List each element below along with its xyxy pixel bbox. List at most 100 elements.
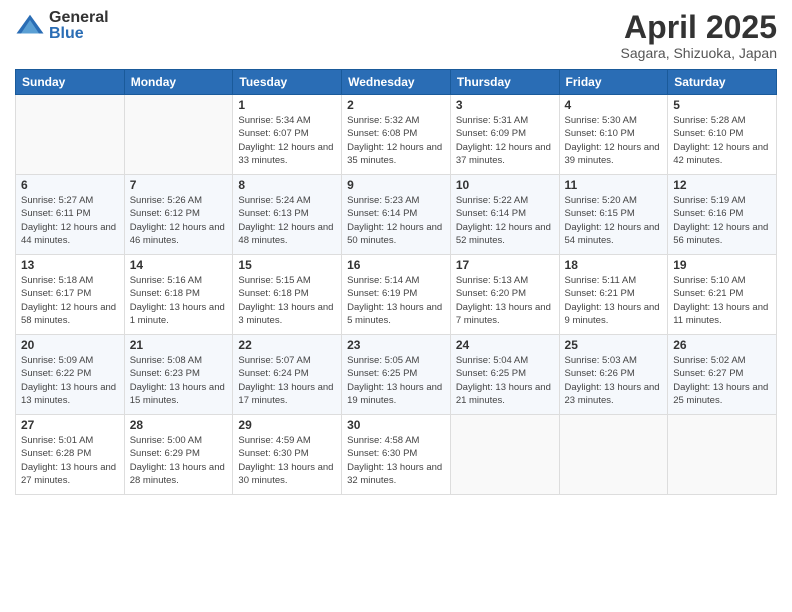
calendar-cell: 30 Sunrise: 4:58 AM Sunset: 6:30 PM Dayli… [342,415,451,495]
day-number: 2 [347,98,445,112]
calendar-cell: 2Sunrise: 5:32 AM Sunset: 6:08 PM Daylig… [342,95,451,175]
calendar-cell [450,415,559,495]
day-info: Sunrise: 5:16 AM Sunset: 6:18 PM Dayligh… [130,274,228,327]
day-info: Sunrise: 5:00 AM Sunset: 6:29 PM Dayligh… [130,434,228,487]
logo-icon [15,11,45,41]
day-info: Sunrise: 5:07 AM Sunset: 6:24 PM Dayligh… [238,354,336,407]
calendar-cell: 15Sunrise: 5:15 AM Sunset: 6:18 PM Dayli… [233,255,342,335]
page: General Blue April 2025 Sagara, Shizuoka… [0,0,792,612]
col-thursday: Thursday [450,70,559,95]
day-info: Sunrise: 5:31 AM Sunset: 6:09 PM Dayligh… [456,114,554,167]
day-info: Sunrise: 5:11 AM Sunset: 6:21 PM Dayligh… [565,274,663,327]
day-number: 7 [130,178,228,192]
day-number: 25 [565,338,663,352]
day-info: Sunrise: 5:20 AM Sunset: 6:15 PM Dayligh… [565,194,663,247]
day-info: Sunrise: 4:58 AM Sunset: 6:30 PM Dayligh… [347,434,445,487]
day-number: 8 [238,178,336,192]
day-info: Sunrise: 5:28 AM Sunset: 6:10 PM Dayligh… [673,114,771,167]
subtitle: Sagara, Shizuoka, Japan [621,45,777,61]
calendar-cell [16,95,125,175]
calendar-cell: 21 Sunrise: 5:08 AM Sunset: 6:23 PM Dayli… [124,335,233,415]
calendar-cell: 18 Sunrise: 5:11 AM Sunset: 6:21 PM Dayli… [559,255,668,335]
calendar-cell: 28 Sunrise: 5:00 AM Sunset: 6:29 PM Dayli… [124,415,233,495]
day-info: Sunrise: 5:27 AM Sunset: 6:11 PM Dayligh… [21,194,119,247]
calendar-cell: 1 Sunrise: 5:34 AM Sunset: 6:07 PM Daylig… [233,95,342,175]
col-friday: Friday [559,70,668,95]
calendar-cell: 8 Sunrise: 5:24 AM Sunset: 6:13 PM Daylig… [233,175,342,255]
calendar-cell: 10Sunrise: 5:22 AM Sunset: 6:14 PM Dayli… [450,175,559,255]
day-number: 20 [21,338,119,352]
calendar-cell: 19 Sunrise: 5:10 AM Sunset: 6:21 PM Dayli… [668,255,777,335]
calendar-cell: 3Sunrise: 5:31 AM Sunset: 6:09 PM Daylig… [450,95,559,175]
col-wednesday: Wednesday [342,70,451,95]
title-area: April 2025 Sagara, Shizuoka, Japan [621,10,777,61]
day-info: Sunrise: 5:02 AM Sunset: 6:27 PM Dayligh… [673,354,771,407]
calendar-cell: 14 Sunrise: 5:16 AM Sunset: 6:18 PM Dayli… [124,255,233,335]
day-number: 16 [347,258,445,272]
calendar-cell: 6 Sunrise: 5:27 AM Sunset: 6:11 PM Daylig… [16,175,125,255]
day-info: Sunrise: 5:30 AM Sunset: 6:10 PM Dayligh… [565,114,663,167]
calendar-row-3: 20Sunrise: 5:09 AM Sunset: 6:22 PM Dayli… [16,335,777,415]
day-info: Sunrise: 5:34 AM Sunset: 6:07 PM Dayligh… [238,114,336,167]
calendar-cell: 23 Sunrise: 5:05 AM Sunset: 6:25 PM Dayli… [342,335,451,415]
day-number: 4 [565,98,663,112]
day-info: Sunrise: 5:03 AM Sunset: 6:26 PM Dayligh… [565,354,663,407]
day-info: Sunrise: 5:24 AM Sunset: 6:13 PM Dayligh… [238,194,336,247]
day-number: 24 [456,338,554,352]
calendar-cell [559,415,668,495]
logo-text: General Blue [49,10,109,42]
day-info: Sunrise: 5:14 AM Sunset: 6:19 PM Dayligh… [347,274,445,327]
day-number: 28 [130,418,228,432]
calendar-cell: 4 Sunrise: 5:30 AM Sunset: 6:10 PM Daylig… [559,95,668,175]
col-saturday: Saturday [668,70,777,95]
day-info: Sunrise: 5:22 AM Sunset: 6:14 PM Dayligh… [456,194,554,247]
logo-general: General [49,10,109,26]
calendar-cell: 24 Sunrise: 5:04 AM Sunset: 6:25 PM Dayli… [450,335,559,415]
day-info: Sunrise: 5:19 AM Sunset: 6:16 PM Dayligh… [673,194,771,247]
calendar-cell: 16 Sunrise: 5:14 AM Sunset: 6:19 PM Dayli… [342,255,451,335]
calendar-cell: 13Sunrise: 5:18 AM Sunset: 6:17 PM Dayli… [16,255,125,335]
day-info: Sunrise: 5:04 AM Sunset: 6:25 PM Dayligh… [456,354,554,407]
calendar-cell [124,95,233,175]
day-number: 17 [456,258,554,272]
calendar-cell: 29Sunrise: 4:59 AM Sunset: 6:30 PM Dayli… [233,415,342,495]
header-row: Sunday Monday Tuesday Wednesday Thursday… [16,70,777,95]
calendar-cell: 5Sunrise: 5:28 AM Sunset: 6:10 PM Daylig… [668,95,777,175]
day-info: Sunrise: 5:23 AM Sunset: 6:14 PM Dayligh… [347,194,445,247]
day-number: 22 [238,338,336,352]
day-info: Sunrise: 5:08 AM Sunset: 6:23 PM Dayligh… [130,354,228,407]
day-number: 27 [21,418,119,432]
calendar-cell: 27 Sunrise: 5:01 AM Sunset: 6:28 PM Dayli… [16,415,125,495]
day-number: 13 [21,258,119,272]
month-title: April 2025 [621,10,777,45]
day-number: 18 [565,258,663,272]
calendar-cell: 20Sunrise: 5:09 AM Sunset: 6:22 PM Dayli… [16,335,125,415]
day-info: Sunrise: 5:05 AM Sunset: 6:25 PM Dayligh… [347,354,445,407]
day-info: Sunrise: 5:01 AM Sunset: 6:28 PM Dayligh… [21,434,119,487]
day-number: 19 [673,258,771,272]
day-number: 30 [347,418,445,432]
day-info: Sunrise: 5:10 AM Sunset: 6:21 PM Dayligh… [673,274,771,327]
logo-blue: Blue [49,26,109,42]
day-number: 26 [673,338,771,352]
day-number: 11 [565,178,663,192]
calendar-row-4: 27 Sunrise: 5:01 AM Sunset: 6:28 PM Dayli… [16,415,777,495]
day-number: 14 [130,258,228,272]
calendar-cell: 12 Sunrise: 5:19 AM Sunset: 6:16 PM Dayli… [668,175,777,255]
logo: General Blue [15,10,109,42]
calendar-row-0: 1 Sunrise: 5:34 AM Sunset: 6:07 PM Daylig… [16,95,777,175]
calendar-cell: 17 Sunrise: 5:13 AM Sunset: 6:20 PM Dayli… [450,255,559,335]
calendar-cell [668,415,777,495]
day-number: 21 [130,338,228,352]
day-number: 12 [673,178,771,192]
day-number: 23 [347,338,445,352]
day-info: Sunrise: 5:13 AM Sunset: 6:20 PM Dayligh… [456,274,554,327]
calendar: Sunday Monday Tuesday Wednesday Thursday… [15,69,777,495]
day-info: Sunrise: 5:15 AM Sunset: 6:18 PM Dayligh… [238,274,336,327]
col-sunday: Sunday [16,70,125,95]
calendar-cell: 26 Sunrise: 5:02 AM Sunset: 6:27 PM Dayli… [668,335,777,415]
day-number: 6 [21,178,119,192]
col-tuesday: Tuesday [233,70,342,95]
day-number: 1 [238,98,336,112]
calendar-row-1: 6 Sunrise: 5:27 AM Sunset: 6:11 PM Daylig… [16,175,777,255]
